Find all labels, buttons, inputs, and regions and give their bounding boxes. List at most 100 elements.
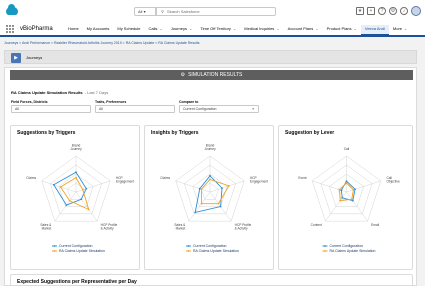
chart-card-suggestions-by-triggers: Suggestions by Triggers Brand Journey HCP E… bbox=[10, 125, 140, 270]
radar-axis-label: Call bbox=[344, 147, 350, 151]
radar-point bbox=[52, 183, 55, 186]
search-icon: ⚲ bbox=[161, 9, 164, 14]
radar-point bbox=[351, 199, 354, 202]
radar-point bbox=[341, 196, 344, 199]
plus-icon[interactable]: + bbox=[367, 7, 375, 15]
header-icons: ★ + ? ⚙ ♪ bbox=[356, 6, 421, 16]
chevron-down-icon[interactable]: ⌄ bbox=[233, 26, 236, 31]
nav-item-label: Account Plans bbox=[287, 26, 314, 31]
global-header: All ▾ ⚲ Search Salesforce ★ + ? ⚙ ♪ bbox=[0, 0, 425, 23]
nav-item-label: My Schedule bbox=[117, 26, 141, 31]
legend-label: Current Configuration bbox=[193, 244, 227, 248]
chevron-down-icon: ▾ bbox=[252, 107, 254, 111]
nav-item-journeys[interactable]: Journeys ⌄ bbox=[167, 25, 197, 35]
navigation-bar: vBioPharma Home My Accounts My Schedule Cal… bbox=[0, 23, 425, 37]
filter-label-traits: Traits, Preferences bbox=[95, 100, 127, 104]
nav-item-label: More bbox=[392, 26, 403, 31]
nav-item-label: Medical Inquiries bbox=[244, 26, 275, 31]
chevron-down-icon[interactable]: ⌄ bbox=[189, 26, 192, 31]
radar-axis-label: HCP Engagement bbox=[250, 176, 268, 184]
filter-traits[interactable]: All bbox=[95, 105, 175, 113]
nav-item-home[interactable]: Home bbox=[64, 25, 83, 35]
radar-point bbox=[219, 205, 222, 208]
legend-label: RA Claims Update Simulation bbox=[59, 249, 105, 253]
search-scope-select[interactable]: All ▾ bbox=[134, 7, 156, 16]
chevron-down-icon[interactable]: ⌄ bbox=[315, 26, 318, 31]
radar-point bbox=[75, 171, 77, 174]
filter-field-forces-value: All bbox=[15, 107, 19, 111]
radar-axis-label: Claims bbox=[26, 176, 36, 180]
legend-marker bbox=[324, 250, 326, 252]
nav-item-my-schedule[interactable]: My Schedule bbox=[113, 25, 144, 35]
radar-axis-label: Sales & Market bbox=[174, 223, 186, 231]
radar-axis-label: HCP Profile & Activity bbox=[235, 223, 252, 231]
bell-icon[interactable]: ♪ bbox=[400, 7, 408, 15]
compare-to-select[interactable]: Current Configuration ▾ bbox=[179, 105, 259, 113]
radar-point bbox=[340, 189, 343, 192]
nav-item-label: Journeys bbox=[170, 26, 187, 31]
simulation-period: - Last 7 Days bbox=[84, 90, 109, 95]
radar-point bbox=[65, 204, 68, 207]
legend-label: RA Claims Update Simulation bbox=[193, 249, 239, 253]
nav-item-my-accounts[interactable]: My Accounts bbox=[83, 25, 114, 35]
chevron-down-icon[interactable]: ⌄ bbox=[159, 26, 162, 31]
simulation-title: RA Claims Update Simulation Results - Las… bbox=[11, 90, 108, 95]
legend-label: Current Configuration bbox=[59, 244, 93, 248]
user-avatar[interactable] bbox=[411, 6, 421, 16]
nav-item-more[interactable]: More ⌄ bbox=[389, 25, 411, 35]
chevron-down-icon[interactable]: ⌄ bbox=[276, 26, 279, 31]
chart-card-suggestion-by-lever: Suggestion by Lever Call Call Objective Ema… bbox=[278, 125, 413, 270]
help-icon[interactable]: ? bbox=[378, 7, 386, 15]
radar-point bbox=[217, 202, 220, 205]
star-icon[interactable]: ★ bbox=[356, 7, 364, 15]
radar-point bbox=[200, 188, 203, 191]
radar-axis-label: HCP Engagement bbox=[116, 176, 134, 184]
radar-axis-label: Sales & Market bbox=[40, 223, 52, 231]
nav-item-account-plans[interactable]: Account Plans ⌄ bbox=[284, 25, 323, 35]
legend-marker bbox=[187, 250, 190, 252]
radar-spoke bbox=[41, 180, 77, 193]
nav-item-label: My Accounts bbox=[86, 26, 110, 31]
legend-marker bbox=[187, 245, 190, 247]
radar-point bbox=[339, 199, 342, 202]
nav-item-time-off-territory[interactable]: Time Off Territory ⌄ bbox=[196, 25, 240, 35]
gear-icon[interactable]: ⚙ bbox=[389, 7, 397, 15]
radar-point bbox=[350, 198, 353, 201]
radar-axis-label: Event bbox=[298, 176, 306, 180]
radar-point bbox=[345, 182, 348, 184]
radar-point bbox=[352, 188, 355, 191]
radar-axis-label: HCP Profile & Activity bbox=[101, 223, 118, 231]
radar-axis-label: Call Objective bbox=[386, 176, 400, 184]
simulation-panel: ⚙ SIMULATION RESULTS RA Claims Update Sim… bbox=[4, 67, 417, 286]
radar-series-line bbox=[200, 178, 230, 205]
nav-item-medical-inquiries[interactable]: Medical Inquiries ⌄ bbox=[240, 25, 283, 35]
nav-item-label: Home bbox=[68, 26, 79, 31]
legend-label: Current Configuration bbox=[330, 244, 364, 248]
app-launcher-icon[interactable] bbox=[6, 25, 14, 33]
filter-label-field-forces: Field Forces, Districts bbox=[11, 100, 48, 104]
radar-point bbox=[80, 198, 83, 201]
radar-point bbox=[68, 199, 71, 202]
breadcrumb[interactable]: Journeys > Andi Performance > Rasbiter R… bbox=[4, 41, 200, 46]
salesforce-logo[interactable] bbox=[6, 4, 18, 15]
nav-item-calls[interactable]: Calls ⌄ bbox=[144, 25, 166, 35]
nav-items: Home My Accounts My Schedule Calls ⌄ Journeys… bbox=[64, 25, 411, 35]
filter-field-forces[interactable]: All bbox=[11, 105, 91, 113]
chevron-down-icon[interactable]: ⌄ bbox=[404, 26, 407, 31]
radar-spoke bbox=[209, 180, 245, 193]
legend-label: RA Claims Update Simulation bbox=[330, 249, 376, 253]
radar-point bbox=[209, 174, 211, 177]
chart-card-insights-by-triggers: Insights by Triggers Brand Journey HCP Enga… bbox=[144, 125, 274, 270]
nav-item-label: Product Plans bbox=[326, 26, 352, 31]
radar-point bbox=[198, 187, 201, 190]
radar-axis-label: Brand Journey bbox=[204, 143, 216, 151]
radar-chart: Call Call Objective Email Content Event Curren… bbox=[298, 147, 400, 253]
nav-item-veeva-andi[interactable]: Veeva Andi bbox=[360, 25, 389, 35]
chevron-down-icon[interactable]: ⌄ bbox=[354, 26, 357, 31]
nav-item-product-plans[interactable]: Product Plans ⌄ bbox=[323, 25, 361, 35]
filter-label-compare: Compare to bbox=[179, 100, 199, 104]
radar-point bbox=[209, 178, 211, 181]
nav-item-label: Calls bbox=[148, 26, 158, 31]
search-input[interactable]: ⚲ Search Salesforce bbox=[156, 7, 276, 16]
journey-icon: ▶ bbox=[11, 53, 21, 63]
